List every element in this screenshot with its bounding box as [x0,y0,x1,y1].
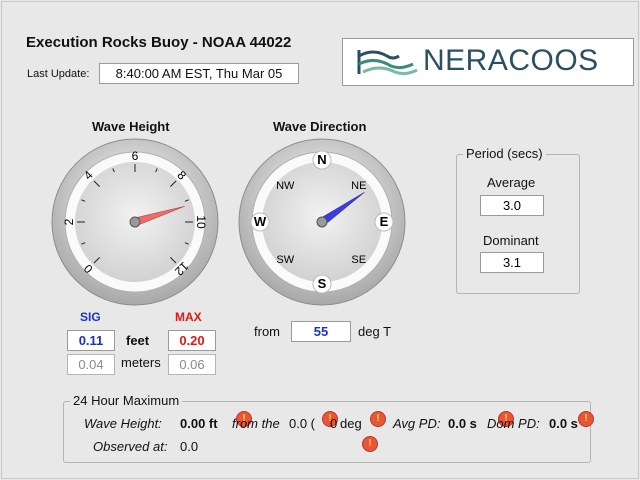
last-update-label: Last Update: [27,68,90,80]
max-meters-value: 0.06 [168,354,216,375]
sig-label: SIG [80,310,101,324]
wave-height-title: Wave Height [92,119,170,134]
compass-label: N [317,152,326,167]
period-title: Period (secs) [463,146,546,161]
compass-label: W [254,214,267,229]
max-avg-pd-label: Avg PD: [393,416,441,431]
meters-unit-label: meters [121,355,161,370]
wave-logo-icon [357,50,418,76]
compass-label: SE [351,254,366,266]
feet-unit-label: feet [126,333,150,348]
wave-height-hub [129,216,141,228]
compass-label: SW [276,254,294,266]
direction-unit: deg T [358,324,392,339]
period-group: Period (secs) Average 3.0 Dominant 3.1 [456,146,580,294]
max-24h-group: 24 Hour Maximum Wave Height: 0.00 ft ! f… [63,393,594,463]
gauge-tick-label: 10 [194,215,208,229]
max-avg-pd-value: 0.0 s [448,416,477,431]
max-from-deg-value: 0 [330,416,338,431]
max-wave-height-value: 0.00 ft [180,416,218,431]
max-dom-pd-label: Dom PD: [487,416,540,431]
max-from-label: from the [232,416,280,431]
dominant-label: Dominant [483,233,539,248]
compass-label: S [318,276,327,291]
observed-at-value: 0.0 [180,439,199,454]
max-dom-pd-value: 0.0 s [549,416,578,431]
gauge-tick-label: 6 [132,149,139,163]
compass-label: E [380,214,389,229]
sig-meters-value: 0.04 [67,354,115,375]
page-title: Execution Rocks Buoy - NOAA 44022 [26,34,292,51]
compass-label: NE [351,180,366,192]
warning-icon: ! [370,411,386,427]
max-feet-value: 0.20 [168,330,216,351]
average-label: Average [487,175,536,190]
dominant-value: 3.1 [480,252,544,273]
wave-height-gauge: 024681012 [51,138,219,306]
wave-direction-hub [316,216,328,228]
observed-at-label: Observed at: [93,439,168,454]
warning-icon: ! [578,411,594,427]
max-label: MAX [175,310,202,324]
max-wave-height-label: Wave Height: [84,416,162,431]
gauge-tick-label: 2 [62,218,76,225]
last-update-field: 8:40:00 AM EST, Thu Mar 05 [99,63,299,84]
direction-value: 55 [291,321,351,342]
max-from-value: 0.0 ( [289,416,316,431]
wave-direction-title: Wave Direction [273,119,367,134]
max-from-deg-unit: deg [340,416,362,431]
neracoos-logo: NERACOOS [342,38,634,86]
warning-icon: ! [362,436,378,452]
sig-feet-value: 0.11 [67,330,115,351]
compass-label: NW [276,180,295,192]
app-window: Execution Rocks Buoy - NOAA 44022 Last U… [1,1,639,479]
wave-direction-compass: N NE E SE S SW W NW [238,138,406,306]
logo-text: NERACOOS [423,44,599,77]
average-value: 3.0 [480,195,544,216]
from-label: from [254,324,280,339]
max-24h-title: 24 Hour Maximum [70,393,183,408]
